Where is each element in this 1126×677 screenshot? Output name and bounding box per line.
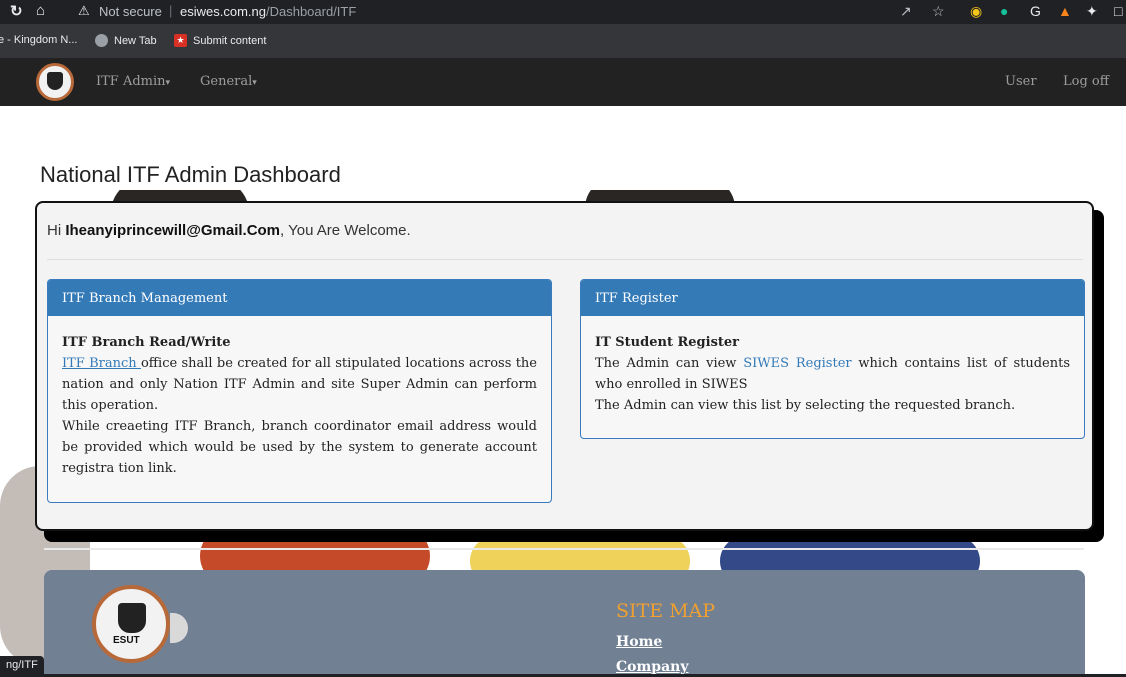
globe-icon bbox=[95, 34, 108, 47]
star-icon[interactable]: ☆ bbox=[932, 3, 945, 20]
bookmark-favicon-icon: ★ bbox=[174, 34, 187, 47]
warning-icon: ⚠ bbox=[78, 3, 90, 18]
caret-down-icon: ▾ bbox=[165, 78, 171, 88]
share-icon[interactable]: ↗ bbox=[900, 3, 912, 20]
bookmark-submit-content[interactable]: ★ Submit content bbox=[174, 34, 266, 47]
panel-itf-branch-management: ITF Branch Management ITF Branch Read/Wr… bbox=[47, 279, 552, 503]
bookmark-new-tab[interactable]: New Tab bbox=[95, 34, 157, 47]
esut-logo-icon[interactable] bbox=[36, 63, 74, 101]
panel-heading: ITF Register bbox=[581, 280, 1084, 316]
puzzle-icon[interactable]: ✦ bbox=[1086, 3, 1098, 20]
metamask-icon[interactable]: ▲ bbox=[1058, 3, 1072, 19]
logoff-link[interactable]: Log off bbox=[1063, 74, 1109, 89]
welcome-message: Hi Iheanyiprincewill@Gmail.Com, You Are … bbox=[47, 222, 411, 239]
panel-itf-register: ITF Register IT Student Register The Adm… bbox=[580, 279, 1085, 439]
reload-icon[interactable]: ↻ bbox=[10, 2, 23, 20]
dashboard-card: Hi Iheanyiprincewill@Gmail.Com, You Are … bbox=[35, 201, 1094, 531]
address-bar[interactable]: esiwes.com.ng/Dashboard/ITF bbox=[180, 4, 356, 19]
panel-subtitle: IT Student Register bbox=[595, 335, 740, 350]
itf-branch-link[interactable]: ITF Branch bbox=[62, 356, 141, 371]
caret-down-icon: ▾ bbox=[252, 78, 257, 88]
panel-heading: ITF Branch Management bbox=[48, 280, 551, 316]
page-title: National ITF Admin Dashboard bbox=[40, 162, 341, 187]
user-email: Iheanyiprincewill@Gmail.Com bbox=[65, 222, 281, 239]
bookmarks-bar: e - Kingdom N... New Tab ★ Submit content bbox=[0, 24, 1126, 58]
grammarly-icon[interactable]: ● bbox=[1000, 3, 1008, 19]
home-icon[interactable]: ⌂ bbox=[36, 2, 45, 19]
google-icon[interactable]: G bbox=[1030, 3, 1041, 19]
not-secure-label[interactable]: Not secure bbox=[99, 4, 162, 19]
footer-link-company[interactable]: Company bbox=[616, 659, 688, 675]
panel-subtitle: ITF Branch Read/Write bbox=[62, 335, 231, 350]
extension-icon[interactable]: ◉ bbox=[970, 3, 982, 20]
esut-logo-icon: ESUT bbox=[92, 585, 188, 663]
user-link[interactable]: User bbox=[1005, 74, 1037, 89]
menu-itf-admin[interactable]: ITF Admin▾ bbox=[96, 74, 170, 89]
page-title-bar: National ITF Admin Dashboard bbox=[36, 160, 1094, 190]
sidepanel-icon[interactable]: □ bbox=[1114, 3, 1122, 19]
bookmark-kingdom[interactable]: e - Kingdom N... bbox=[0, 34, 77, 46]
browser-toolbar: ↻ ⌂ ⚠ Not secure | esiwes.com.ng/Dashboa… bbox=[0, 0, 1126, 24]
sitemap-title: SITE MAP bbox=[616, 600, 716, 622]
site-footer: ESUT SITE MAP Home Company bbox=[44, 570, 1085, 677]
siwes-register-link[interactable]: SIWES Register bbox=[743, 356, 851, 371]
footer-link-home[interactable]: Home bbox=[616, 634, 662, 650]
app-navbar: ITF Admin▾ General▾ User Log off bbox=[0, 58, 1126, 106]
menu-general[interactable]: General▾ bbox=[200, 74, 257, 89]
